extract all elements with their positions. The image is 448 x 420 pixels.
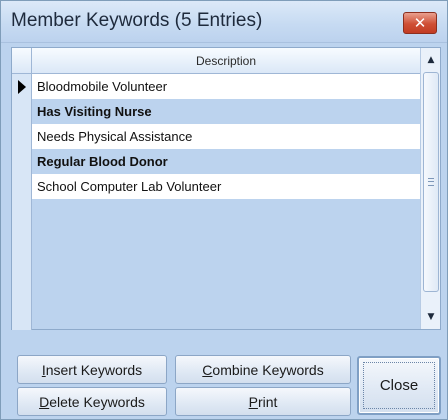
column-header-description[interactable]: Description (32, 48, 420, 74)
close-glyph: ✕ (413, 14, 427, 32)
table-row[interactable]: Needs Physical Assistance (12, 124, 420, 149)
row-description[interactable]: Has Visiting Nurse (32, 99, 420, 124)
table-row[interactable]: Has Visiting Nurse (12, 99, 420, 124)
row-indicator[interactable] (12, 99, 32, 124)
row-indicator[interactable] (12, 149, 32, 174)
close-button[interactable]: Close (357, 356, 441, 415)
insert-keywords-button[interactable]: Insert Keywords (17, 355, 167, 384)
grid-corner (12, 48, 32, 74)
close-icon[interactable]: ✕ (403, 12, 437, 34)
row-indicator[interactable] (12, 74, 32, 99)
scroll-down-arrow-icon[interactable]: ▼ (421, 307, 441, 327)
row-description[interactable]: School Computer Lab Volunteer (32, 174, 420, 199)
scrollbar-grip-icon (428, 178, 434, 186)
keywords-grid: Description Bloodmobile Volunteer Has Vi… (11, 47, 441, 330)
combine-keywords-button[interactable]: Combine Keywords (175, 355, 351, 384)
row-indicator[interactable] (12, 124, 32, 149)
combine-label: ombine Keywords (212, 361, 324, 378)
scroll-up-arrow-icon[interactable]: ▲ (421, 50, 441, 70)
table-row[interactable]: Regular Blood Donor (12, 149, 420, 174)
grid-rows: Bloodmobile Volunteer Has Visiting Nurse… (12, 74, 420, 199)
insert-label: nsert Keywords (45, 361, 143, 378)
table-row[interactable]: School Computer Lab Volunteer (12, 174, 420, 199)
grid-header: Description (12, 48, 420, 74)
scroll-up-glyph: ▲ (427, 55, 435, 65)
scroll-down-glyph: ▼ (427, 312, 435, 322)
print-label: rint (257, 393, 278, 410)
print-button[interactable]: Print (175, 387, 351, 416)
row-indicator-column (12, 199, 32, 330)
delete-mnemonic: D (39, 393, 50, 410)
table-row[interactable]: Bloodmobile Volunteer (12, 74, 420, 99)
row-pointer-icon (17, 79, 26, 94)
window-title: Member Keywords (5 Entries) (11, 10, 263, 31)
delete-label: elete Keywords (49, 393, 145, 410)
row-description[interactable]: Regular Blood Donor (32, 149, 420, 174)
row-description[interactable]: Needs Physical Assistance (32, 124, 420, 149)
scrollbar-thumb[interactable] (423, 72, 439, 292)
combine-mnemonic: C (202, 361, 213, 378)
title-bar[interactable]: Member Keywords (5 Entries) ✕ (1, 1, 447, 43)
row-description[interactable]: Bloodmobile Volunteer (32, 74, 420, 99)
focus-rectangle (363, 362, 435, 409)
print-mnemonic: P (248, 393, 258, 410)
row-indicator[interactable] (12, 174, 32, 199)
member-keywords-window: Member Keywords (5 Entries) ✕ Descriptio… (0, 0, 448, 420)
vertical-scrollbar[interactable]: ▲ ▼ (420, 48, 440, 329)
delete-keywords-button[interactable]: Delete Keywords (17, 387, 167, 416)
